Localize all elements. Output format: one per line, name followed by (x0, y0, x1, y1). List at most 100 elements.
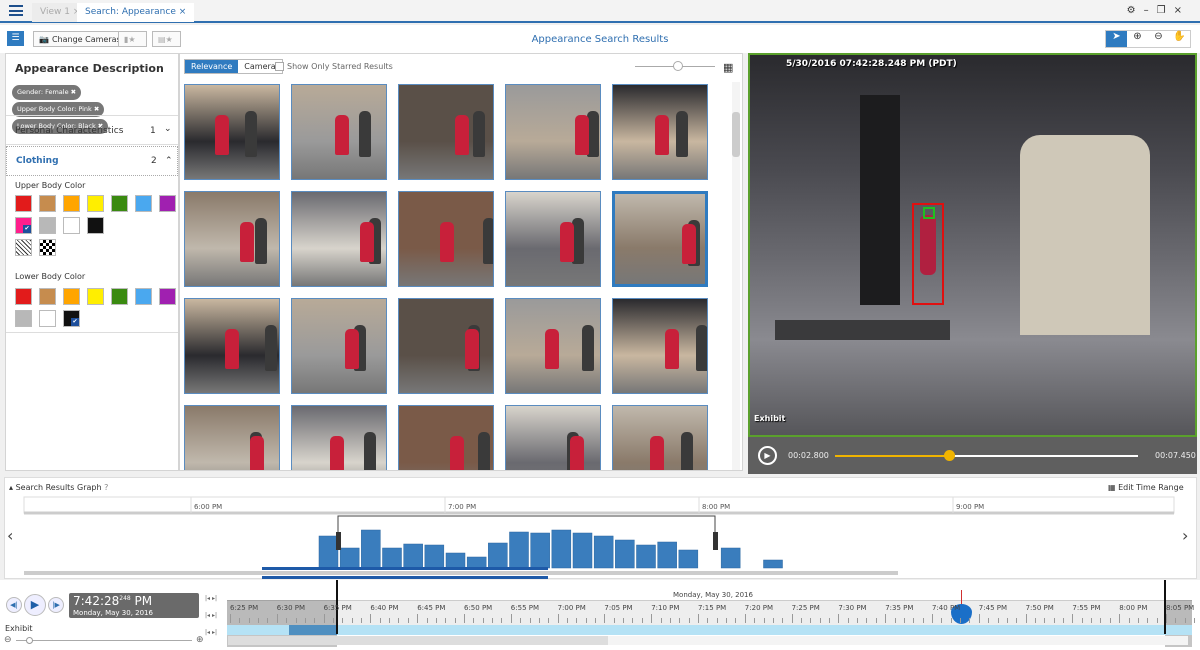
tab-search-appearance[interactable]: Search: Appearance × (77, 3, 195, 22)
video-view[interactable]: 5/30/2016 07:42:28.248 PM (PDT) Exhibit (748, 53, 1197, 437)
histogram-bar[interactable] (318, 535, 339, 569)
close-icon[interactable]: × (1174, 5, 1190, 16)
histogram-bar[interactable] (530, 532, 550, 569)
color-swatch[interactable] (15, 195, 32, 212)
histogram-bar[interactable] (488, 542, 508, 569)
grid-view-icon[interactable]: ▦ (723, 61, 733, 74)
color-swatch[interactable] (63, 217, 80, 234)
histogram-bar[interactable] (720, 547, 741, 569)
result-thumbnail[interactable] (184, 405, 280, 470)
restore-icon[interactable]: ❐ (1157, 5, 1174, 16)
scrollbar-thumb[interactable] (732, 112, 740, 157)
minimize-icon[interactable]: – (1144, 5, 1157, 16)
histogram-chart[interactable]: 6:00 PM 7:00 PM 8:00 PM 9:00 PM (0, 477, 1200, 579)
menu-icon[interactable] (9, 5, 23, 16)
results-scrollbar[interactable] (732, 82, 740, 470)
section-personal-characteristics[interactable]: Personal Characteristics 1 ⌄ (6, 115, 178, 145)
result-thumbnail[interactable] (398, 84, 494, 180)
histogram-bar[interactable] (593, 535, 614, 569)
histogram-bar[interactable] (615, 539, 635, 569)
histogram-bar[interactable] (657, 541, 677, 569)
color-swatch[interactable] (87, 195, 104, 212)
histogram-bar[interactable] (445, 552, 466, 569)
result-thumbnail[interactable] (184, 84, 280, 180)
step-back-button[interactable]: ◀| (6, 597, 22, 613)
color-swatch[interactable]: ✔ (15, 217, 32, 234)
color-swatch[interactable] (63, 195, 80, 212)
result-thumbnail[interactable] (291, 298, 387, 394)
chip-gender[interactable]: Gender: Female ✖ (12, 85, 82, 100)
color-swatch[interactable] (111, 195, 128, 212)
step-forward-button[interactable]: |▶ (48, 597, 64, 613)
section-clothing[interactable]: Clothing 2 ⌃ (6, 146, 178, 176)
result-thumbnail[interactable] (398, 191, 494, 287)
histogram-bar[interactable] (361, 529, 381, 569)
histogram-bar[interactable] (636, 544, 656, 569)
histogram-bar[interactable] (382, 547, 402, 569)
result-thumbnail[interactable] (612, 405, 708, 470)
track-skip-buttons[interactable]: |◂ ▸| |◂ ▸| |◂ ▸| (205, 590, 217, 641)
graph-scrollbar[interactable] (24, 571, 898, 575)
histogram-bar[interactable] (509, 531, 529, 569)
video-scrubber[interactable] (835, 450, 1138, 461)
color-swatch[interactable] (39, 310, 56, 327)
histogram-bar[interactable] (763, 559, 783, 569)
scrubber-handle[interactable] (943, 450, 955, 461)
result-thumbnail[interactable] (612, 298, 708, 394)
color-swatch[interactable] (15, 310, 32, 327)
settings-icon[interactable]: ⚙ (1127, 5, 1144, 16)
color-swatch[interactable]: ✔ (63, 310, 80, 327)
result-thumbnail[interactable] (612, 191, 708, 287)
color-swatch[interactable] (87, 217, 104, 234)
result-thumbnail[interactable] (184, 298, 280, 394)
color-swatch[interactable] (87, 288, 104, 305)
result-thumbnail[interactable] (291, 191, 387, 287)
histogram-bar[interactable] (466, 556, 487, 569)
color-swatch[interactable] (135, 288, 152, 305)
color-swatch[interactable] (111, 288, 128, 305)
color-swatch[interactable] (15, 239, 32, 256)
result-thumbnail[interactable] (398, 298, 494, 394)
play-button[interactable]: ▶ (24, 594, 46, 616)
result-thumbnail[interactable] (505, 298, 601, 394)
selection-handle-start[interactable] (336, 532, 341, 550)
selection-handle-end[interactable] (713, 532, 718, 550)
histogram-bar[interactable] (339, 547, 360, 569)
histogram-bar[interactable] (403, 543, 423, 569)
result-thumbnail[interactable] (505, 405, 601, 470)
result-thumbnail[interactable] (505, 191, 601, 287)
window-controls[interactable]: ⚙–❐× (1127, 5, 1190, 16)
color-swatch[interactable] (39, 288, 56, 305)
timeline-zoom-slider[interactable] (16, 637, 192, 644)
histogram-bar[interactable] (424, 544, 445, 569)
zoom-in-icon[interactable]: ⊕ (1127, 31, 1148, 47)
slider-handle[interactable] (26, 637, 33, 644)
slider-handle[interactable] (673, 61, 683, 71)
thumbnail-size-slider[interactable] (635, 61, 715, 71)
color-swatch[interactable] (159, 288, 176, 305)
pan-hand-icon[interactable]: ✋ (1169, 31, 1190, 47)
result-thumbnail[interactable] (612, 84, 708, 180)
color-swatch[interactable] (15, 288, 32, 305)
result-thumbnail[interactable] (505, 84, 601, 180)
color-swatch[interactable] (63, 288, 80, 305)
result-thumbnail[interactable] (184, 191, 280, 287)
color-swatch[interactable] (39, 195, 56, 212)
zoom-in-icon[interactable]: ⊕ (196, 635, 204, 645)
result-thumbnail[interactable] (291, 405, 387, 470)
pointer-icon[interactable]: ➤ (1106, 31, 1127, 47)
histogram-bar[interactable] (551, 529, 572, 569)
timeline-scrollbar[interactable] (228, 636, 1188, 645)
starred-only-checkbox[interactable] (275, 62, 284, 71)
sort-relevance-button[interactable]: Relevance (185, 60, 239, 73)
color-swatch[interactable] (39, 239, 56, 256)
histogram-bar[interactable] (678, 549, 699, 569)
play-icon[interactable]: ▶ (758, 446, 777, 465)
result-thumbnail[interactable] (291, 84, 387, 180)
zoom-out-icon[interactable]: ⊖ (4, 635, 12, 645)
recording-track[interactable] (227, 625, 1192, 635)
color-swatch[interactable] (135, 195, 152, 212)
histogram-bar[interactable] (572, 532, 593, 569)
result-thumbnail[interactable] (398, 405, 494, 470)
zoom-out-icon[interactable]: ⊖ (1148, 31, 1169, 47)
